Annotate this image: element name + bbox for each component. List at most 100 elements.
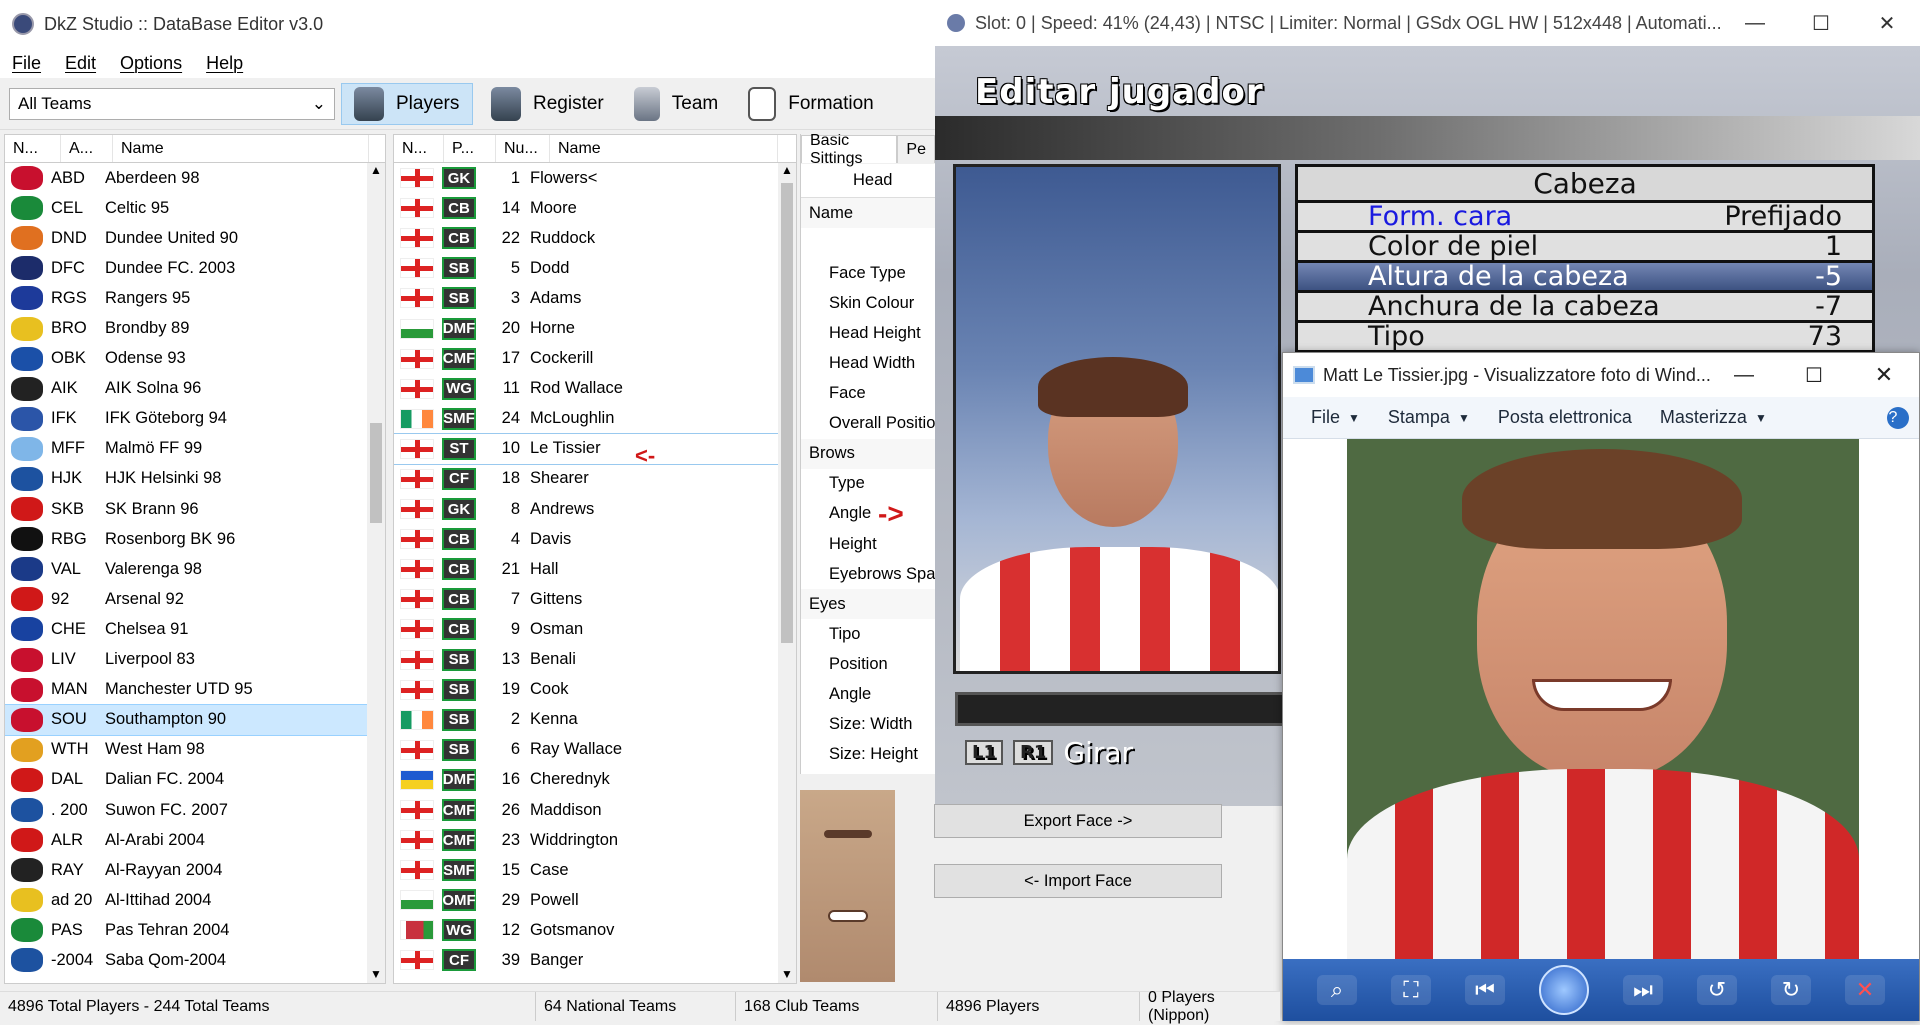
team-button[interactable]: Team <box>622 83 730 125</box>
team-row[interactable]: DND Dundee United 90 <box>5 223 385 253</box>
dropdown-arrow-icon[interactable]: ▼ <box>1450 411 1470 425</box>
settings-row[interactable]: Angle <box>801 499 935 529</box>
register-button[interactable]: Register <box>479 83 616 125</box>
player-row[interactable]: DMF 16 Cherednyk <box>394 765 796 795</box>
players-col-nation[interactable]: N... <box>394 135 444 162</box>
team-filter-select[interactable]: All Teams ⌄ <box>9 87 335 120</box>
player-row[interactable]: SMF 24 McLoughlin <box>394 404 796 434</box>
settings-row[interactable]: Height <box>801 529 935 559</box>
player-row[interactable]: SB 13 Benali <box>394 645 796 675</box>
player-row[interactable]: CB 4 Davis <box>394 524 796 554</box>
zoom-icon[interactable]: ⌕ <box>1317 975 1357 1005</box>
team-row[interactable]: MAN Manchester UTD 95 <box>5 675 385 705</box>
player-row[interactable]: GK 8 Andrews <box>394 494 796 524</box>
cabeza-menu-item[interactable]: Color de piel 1 <box>1298 231 1872 263</box>
viewer-menu-email[interactable]: Posta elettronica <box>1470 407 1632 428</box>
dropdown-arrow-icon[interactable]: ▼ <box>1747 411 1767 425</box>
team-row[interactable]: RAY Al-Rayyan 2004 <box>5 855 385 885</box>
player-row[interactable]: GK 1 Flowers< <box>394 163 796 193</box>
delete-icon[interactable]: ✕ <box>1845 975 1885 1005</box>
maximize-icon[interactable]: ☐ <box>1788 0 1854 46</box>
team-row[interactable]: VAL Valerenga 98 <box>5 554 385 584</box>
team-row[interactable]: OBK Odense 93 <box>5 344 385 374</box>
team-row[interactable]: -2004 Saba Qom-2004 <box>5 945 385 975</box>
players-button[interactable]: Players <box>341 82 473 125</box>
player-row[interactable]: DMF 20 Horne <box>394 313 796 343</box>
player-row[interactable]: ST 10 Le Tissier <box>394 432 796 465</box>
actual-size-icon[interactable]: ⛶ <box>1391 975 1431 1005</box>
settings-row[interactable] <box>801 228 935 258</box>
player-row[interactable]: CMF 26 Maddison <box>394 795 796 825</box>
team-row[interactable]: IFK IFK Göteborg 94 <box>5 404 385 434</box>
cabeza-menu-item[interactable]: Form. cara Prefijado <box>1298 201 1872 233</box>
team-row[interactable]: CEL Celtic 95 <box>5 193 385 223</box>
settings-row[interactable]: Size: Height <box>801 740 935 770</box>
team-row[interactable]: . 200 Suwon FC. 2007 <box>5 795 385 825</box>
rotate-right-icon[interactable]: ↻ <box>1771 975 1811 1005</box>
team-row[interactable]: HJK HJK Helsinki 98 <box>5 464 385 494</box>
menu-file[interactable]: File <box>0 53 53 74</box>
player-row[interactable]: CB 14 Moore <box>394 193 796 223</box>
dropdown-arrow-icon[interactable]: ▼ <box>1340 411 1360 425</box>
viewer-menu-burn[interactable]: Masterizza <box>1632 407 1747 428</box>
tab-pe[interactable]: Pe <box>897 135 935 163</box>
viewer-titlebar[interactable]: Matt Le Tissier.jpg - Visualizzatore fot… <box>1283 353 1919 397</box>
player-row[interactable]: CF 39 Banger <box>394 945 796 975</box>
player-row[interactable]: CMF 17 Cockerill <box>394 344 796 374</box>
scroll-down-icon[interactable]: ▼ <box>778 967 796 981</box>
tab-basic-settings[interactable]: Basic Sittings <box>801 134 898 167</box>
scroll-up-icon[interactable]: ▲ <box>367 163 385 177</box>
team-row[interactable]: RGS Rangers 95 <box>5 283 385 313</box>
settings-row[interactable]: Head Height <box>801 318 935 348</box>
teams-scrollbar[interactable]: ▲ ▼ <box>367 163 385 983</box>
scroll-down-icon[interactable]: ▼ <box>367 967 385 981</box>
players-col-num[interactable]: Nu... <box>496 135 550 162</box>
teams-scroll-thumb[interactable] <box>370 423 382 523</box>
close-icon[interactable]: ✕ <box>1849 353 1919 397</box>
team-row[interactable]: ABD Aberdeen 98 <box>5 163 385 193</box>
player-row[interactable]: CB 7 Gittens <box>394 584 796 614</box>
tab-head[interactable]: Head <box>801 164 935 198</box>
formation-button[interactable]: Formation <box>736 83 886 125</box>
settings-row[interactable]: Position <box>801 649 935 679</box>
players-scroll-thumb[interactable] <box>781 183 793 643</box>
players-col-name[interactable]: Name <box>550 135 778 162</box>
player-row[interactable]: WG 12 Gotsmanov <box>394 915 796 945</box>
settings-row[interactable]: Type <box>801 469 935 499</box>
import-face-button[interactable]: <- Import Face <box>934 864 1222 898</box>
player-row[interactable]: SB 5 Dodd <box>394 253 796 283</box>
cabeza-menu-item[interactable]: Anchura de la cabeza -7 <box>1298 291 1872 323</box>
dkz-titlebar[interactable]: DkZ Studio :: DataBase Editor v3.0 <box>0 0 935 48</box>
settings-row[interactable]: Angle <box>801 680 935 710</box>
player-row[interactable]: CMF 23 Widdrington <box>394 825 796 855</box>
rotate-left-icon[interactable]: ↺ <box>1697 975 1737 1005</box>
settings-row[interactable]: Skin Colour <box>801 288 935 318</box>
cabeza-menu-item[interactable]: Altura de la cabeza -5 <box>1298 261 1872 293</box>
player-row[interactable]: SB 6 Ray Wallace <box>394 735 796 765</box>
settings-row[interactable]: Face <box>801 379 935 409</box>
team-row[interactable]: MFF Malmö FF 99 <box>5 434 385 464</box>
menu-help[interactable]: Help <box>194 53 255 74</box>
player-row[interactable]: CB 21 Hall <box>394 554 796 584</box>
player-row[interactable]: CF 18 Shearer <box>394 464 796 494</box>
previous-icon[interactable]: ⏮ <box>1465 975 1505 1005</box>
teams-col-abbr[interactable]: A... <box>61 135 113 162</box>
menu-edit[interactable]: Edit <box>53 53 108 74</box>
settings-row[interactable]: Overall Position <box>801 409 935 439</box>
viewer-menu-print[interactable]: Stampa <box>1360 407 1450 428</box>
cabeza-menu-item[interactable]: Tipo 73 <box>1298 321 1872 353</box>
team-row[interactable]: CHE Chelsea 91 <box>5 614 385 644</box>
team-row[interactable]: ALR Al-Arabi 2004 <box>5 825 385 855</box>
team-row[interactable]: PAS Pas Tehran 2004 <box>5 915 385 945</box>
team-row[interactable]: LIV Liverpool 83 <box>5 645 385 675</box>
team-row[interactable]: WTH West Ham 98 <box>5 735 385 765</box>
player-row[interactable]: OMF 29 Powell <box>394 885 796 915</box>
settings-row[interactable]: Eyebrows Spacing <box>801 559 935 589</box>
team-row[interactable]: RBG Rosenborg BK 96 <box>5 524 385 554</box>
maximize-icon[interactable]: ☐ <box>1779 353 1849 397</box>
teams-col-name[interactable]: Name <box>113 135 369 162</box>
players-scrollbar[interactable]: ▲ ▼ <box>778 163 796 983</box>
player-row[interactable]: SB 19 Cook <box>394 675 796 705</box>
settings-row[interactable]: Face Type <box>801 258 935 288</box>
viewer-menu-file[interactable]: File <box>1283 407 1340 428</box>
